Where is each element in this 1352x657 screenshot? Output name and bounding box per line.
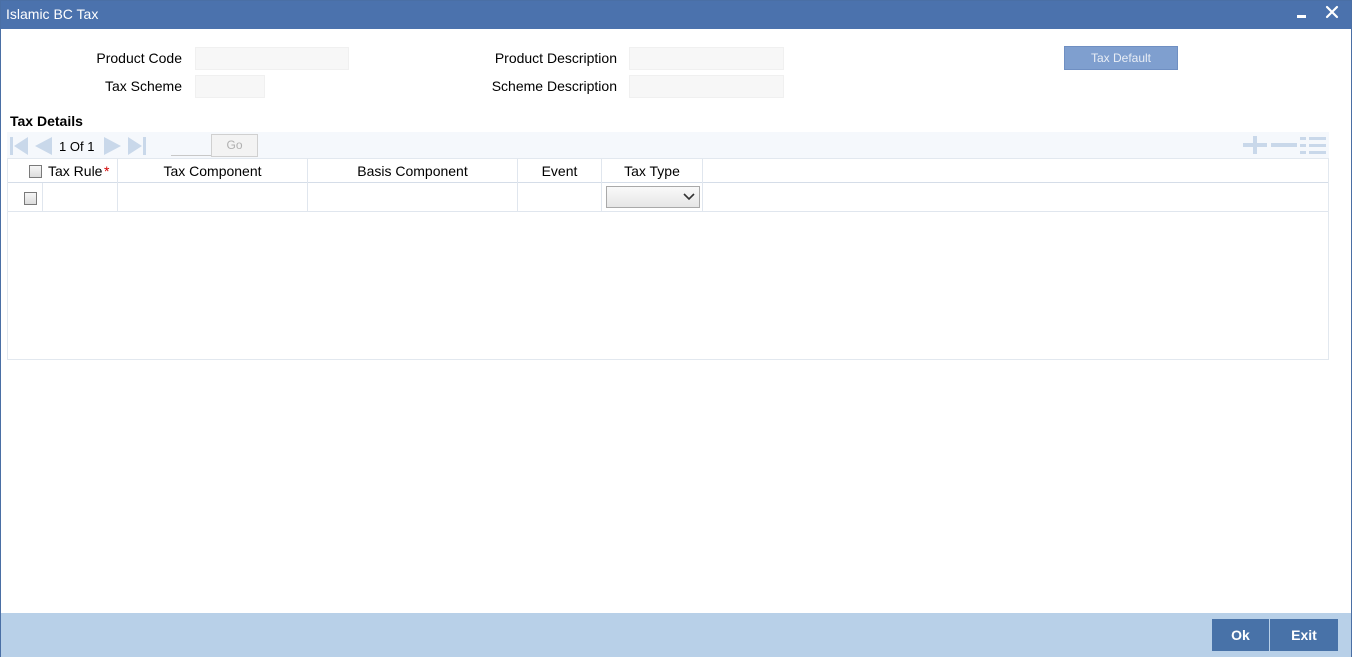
title-bar: Islamic BC Tax (1, 1, 1351, 29)
previous-page-icon[interactable] (33, 136, 53, 159)
grid-header: Tax Rule * Tax Component Basis Component… (8, 159, 1328, 183)
scheme-description-field[interactable] (629, 75, 784, 98)
product-description-label: Product Description (494, 50, 617, 66)
column-tax-component: Tax Component (118, 159, 308, 183)
of-label: Of (69, 139, 84, 154)
total-pages: 1 (87, 139, 95, 154)
row-checkbox[interactable] (24, 192, 37, 205)
current-page: 1 (59, 139, 67, 154)
tax-scheme-field[interactable] (195, 75, 265, 98)
islamic-bc-tax-window: Islamic BC Tax Product Code Product Desc… (0, 0, 1352, 657)
product-code-field[interactable] (195, 47, 349, 70)
event-cell[interactable] (518, 183, 602, 212)
column-basis-component: Basis Component (308, 159, 518, 183)
single-view-icon[interactable] (1300, 136, 1326, 159)
next-page-icon[interactable] (103, 136, 123, 159)
first-page-icon[interactable] (9, 136, 29, 159)
select-all-checkbox[interactable] (29, 165, 42, 178)
product-code-label: Product Code (96, 50, 182, 66)
tax-details-title: Tax Details (10, 113, 83, 129)
tax-default-button[interactable]: Tax Default (1064, 46, 1178, 70)
add-row-icon[interactable] (1243, 136, 1267, 157)
tax-component-cell[interactable] (118, 183, 308, 212)
page-number-input[interactable] (171, 134, 213, 156)
column-event: Event (518, 159, 602, 183)
last-page-icon[interactable] (127, 136, 147, 159)
exit-button[interactable]: Exit (1270, 619, 1338, 651)
scheme-description-label: Scheme Description (491, 78, 617, 94)
tax-scheme-label: Tax Scheme (104, 78, 182, 94)
footer-bar: Ok Exit (1, 613, 1351, 657)
column-tax-rule: Tax Rule * (8, 159, 118, 183)
row-select-cell (8, 183, 43, 212)
minimize-icon[interactable] (1292, 3, 1312, 25)
window-title: Islamic BC Tax (6, 6, 99, 22)
pager-text: 1 Of 1 (59, 139, 94, 154)
table-row (8, 183, 1328, 212)
column-tax-rule-label: Tax Rule (48, 163, 103, 179)
close-icon[interactable] (1321, 1, 1343, 25)
basis-component-cell[interactable] (308, 183, 518, 212)
delete-row-icon[interactable] (1271, 136, 1297, 157)
ok-button[interactable]: Ok (1212, 619, 1269, 651)
tax-rule-cell[interactable] (43, 183, 118, 212)
tax-details-grid: Tax Rule * Tax Component Basis Component… (7, 158, 1329, 360)
go-button[interactable]: Go (211, 134, 258, 157)
product-description-field[interactable] (629, 47, 784, 70)
chevron-down-icon (683, 193, 695, 201)
tax-type-select[interactable] (606, 186, 700, 208)
grid-toolbar: 1 Of 1 Go (7, 132, 1329, 158)
required-mark: * (104, 163, 110, 179)
column-tax-type: Tax Type (602, 159, 703, 183)
